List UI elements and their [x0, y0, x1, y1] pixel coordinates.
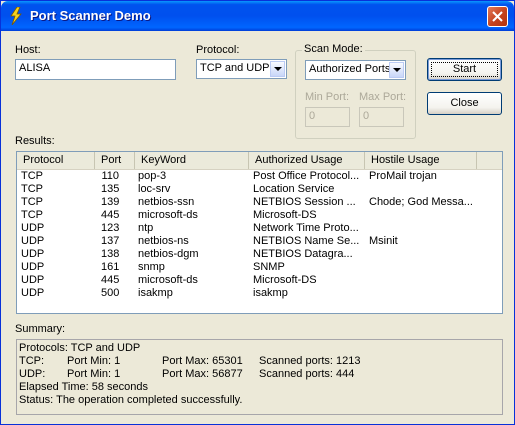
cell-authorized-usage: SNMP: [253, 261, 285, 273]
table-row[interactable]: TCP 135 loc-srv Location Service: [17, 183, 502, 196]
cell-hostile-usage: Msinit: [369, 235, 398, 247]
summary-udp-max: Port Max: 56877: [162, 368, 243, 380]
summary-udp-min: Port Min: 1: [67, 368, 121, 380]
summary-udp-scanned: Scanned ports: 444: [259, 368, 355, 380]
cell-authorized-usage: Microsoft-DS: [253, 274, 317, 286]
cell-protocol: UDP: [21, 261, 45, 273]
cell-keyword: netbios-ns: [138, 235, 189, 247]
table-row[interactable]: TCP 445 microsoft-ds Microsoft-DS: [17, 209, 502, 222]
chevron-down-icon[interactable]: [389, 62, 404, 78]
scan-mode-selected-value: Authorized Ports: [309, 63, 391, 75]
column-header-hostile-usage[interactable]: Hostile Usage: [365, 152, 477, 169]
summary-tcp-scanned: Scanned ports: 1213: [259, 355, 361, 367]
cell-port: 135: [101, 183, 119, 195]
table-row[interactable]: UDP 123 ntp Network Time Proto...: [17, 222, 502, 235]
summary-protocols: Protocols: TCP and UDP: [19, 342, 141, 354]
cell-protocol: UDP: [21, 248, 45, 260]
window-close-button[interactable]: [487, 6, 508, 27]
summary-udp-label: UDP:: [19, 368, 46, 380]
protocol-label: Protocol:: [196, 44, 240, 56]
cell-port: 137: [101, 235, 119, 247]
cell-keyword: loc-srv: [138, 183, 171, 195]
cell-port: 138: [101, 248, 119, 260]
summary-label: Summary:: [15, 323, 66, 335]
cell-authorized-usage: NETBIOS Name Se...: [253, 235, 360, 247]
cell-hostile-usage: ProMail trojan: [369, 170, 437, 182]
host-label: Host:: [15, 44, 41, 56]
cell-protocol: UDP: [21, 287, 45, 299]
column-header-filler: [477, 152, 502, 169]
close-button-label: Close: [450, 97, 479, 109]
table-row[interactable]: UDP 138 netbios-dgm NETBIOS Datagra...: [17, 248, 502, 261]
column-header-protocol[interactable]: Protocol: [17, 152, 95, 169]
summary-tcp-min: Port Min: 1: [67, 355, 121, 367]
cell-port: 139: [101, 196, 119, 208]
cell-keyword: snmp: [138, 261, 165, 273]
host-input[interactable]: ALISA: [15, 59, 176, 80]
cell-authorized-usage: Network Time Proto...: [253, 222, 359, 234]
table-row[interactable]: UDP 137 netbios-ns NETBIOS Name Se... Msinit: [17, 235, 502, 248]
cell-keyword: microsoft-ds: [138, 274, 198, 286]
cell-authorized-usage: NETBIOS Session ...: [253, 196, 356, 208]
protocol-dropdown[interactable]: TCP and UDP: [196, 59, 287, 79]
table-row[interactable]: TCP 110 pop-3 Post Office Protocol... ProMai…: [17, 170, 502, 183]
summary-box: Protocols: TCP and UDP TCP: Port Min: 1 …: [16, 339, 503, 415]
results-label: Results:: [15, 135, 55, 147]
window-title: Port Scanner Demo: [30, 8, 151, 23]
cell-keyword: netbios-dgm: [138, 248, 199, 260]
cell-port: 161: [101, 261, 119, 273]
max-port-label: Max Port:: [359, 91, 407, 103]
cell-port: 110: [101, 170, 119, 182]
max-port-input[interactable]: 0: [359, 107, 404, 127]
cell-keyword: ntp: [138, 222, 154, 234]
table-row[interactable]: TCP 139 netbios-ssn NETBIOS Session ... Chod…: [17, 196, 502, 209]
cell-authorized-usage: Microsoft-DS: [253, 209, 317, 221]
cell-protocol: UDP: [21, 222, 45, 234]
cell-hostile-usage: Chode; God Messa...: [369, 196, 473, 208]
cell-protocol: TCP: [21, 170, 43, 182]
cell-port: 445: [101, 274, 119, 286]
port-scanner-window: Port Scanner Demo Host: ALISA Protocol: …: [0, 0, 515, 425]
column-header-keyword[interactable]: KeyWord: [135, 152, 249, 169]
cell-protocol: TCP: [21, 209, 43, 221]
min-port-label: Min Port:: [305, 91, 350, 103]
cell-protocol: TCP: [21, 196, 43, 208]
cell-authorized-usage: Post Office Protocol...: [253, 170, 360, 182]
focus-rect: [431, 62, 498, 77]
summary-elapsed: Elapsed Time: 58 seconds: [19, 381, 149, 393]
cell-authorized-usage: Location Service: [253, 183, 335, 195]
protocol-selected-value: TCP and UDP: [200, 62, 270, 74]
results-table[interactable]: Protocol Port KeyWord Authorized Usage H…: [16, 151, 503, 314]
cell-protocol: UDP: [21, 274, 45, 286]
close-icon: [492, 11, 503, 22]
summary-tcp-max: Port Max: 65301: [162, 355, 243, 367]
title-bar[interactable]: Port Scanner Demo: [1, 1, 514, 31]
cell-port: 123: [101, 222, 119, 234]
cell-authorized-usage: isakmp: [253, 287, 288, 299]
cell-protocol: TCP: [21, 183, 43, 195]
table-row[interactable]: UDP 445 microsoft-ds Microsoft-DS: [17, 274, 502, 287]
scan-mode-dropdown[interactable]: Authorized Ports: [305, 60, 406, 80]
close-button[interactable]: Close: [427, 92, 502, 115]
cell-keyword: pop-3: [138, 170, 167, 182]
cell-port: 445: [101, 209, 119, 221]
results-header: Protocol Port KeyWord Authorized Usage H…: [17, 152, 502, 170]
min-port-input[interactable]: 0: [305, 107, 350, 127]
summary-tcp-label: TCP:: [19, 355, 45, 367]
column-header-port[interactable]: Port: [95, 152, 135, 169]
table-row[interactable]: UDP 161 snmp SNMP: [17, 261, 502, 274]
chevron-down-icon[interactable]: [270, 61, 285, 77]
table-row[interactable]: UDP 500 isakmp isakmp: [17, 287, 502, 300]
scan-mode-label: Scan Mode:: [302, 43, 365, 55]
cell-authorized-usage: NETBIOS Datagra...: [253, 248, 353, 260]
lightning-icon: [10, 7, 22, 25]
cell-keyword: netbios-ssn: [138, 196, 195, 208]
summary-status: Status: The operation completed successf…: [19, 394, 243, 406]
start-button[interactable]: Start: [427, 58, 502, 81]
column-header-authorized-usage[interactable]: Authorized Usage: [249, 152, 365, 169]
cell-port: 500: [101, 287, 119, 299]
cell-protocol: UDP: [21, 235, 45, 247]
cell-keyword: microsoft-ds: [138, 209, 198, 221]
cell-keyword: isakmp: [138, 287, 173, 299]
